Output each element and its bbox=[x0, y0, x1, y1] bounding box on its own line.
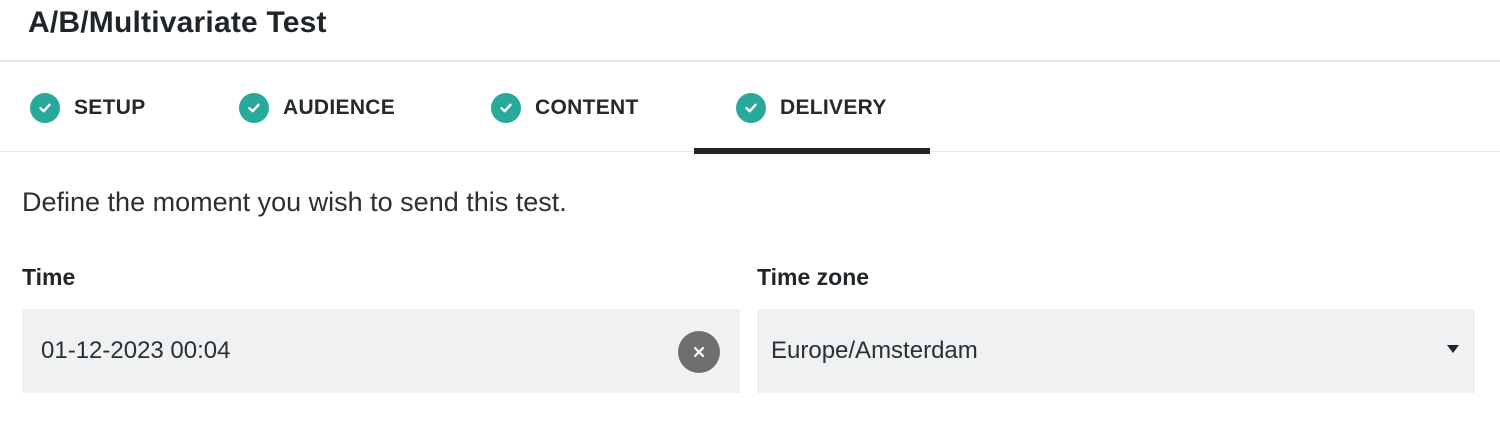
caret-down-icon bbox=[1447, 345, 1459, 353]
tab-setup[interactable]: SETUP bbox=[30, 64, 146, 152]
timezone-label: Time zone bbox=[757, 264, 870, 290]
tab-label: CONTENT bbox=[535, 96, 639, 119]
close-icon bbox=[693, 346, 705, 358]
tab-audience[interactable]: AUDIENCE bbox=[239, 64, 395, 152]
timezone-value: Europe/Amsterdam bbox=[771, 337, 978, 364]
page-header: A/B/Multivariate Test bbox=[0, 0, 1500, 62]
time-value: 01-12-2023 00:04 bbox=[41, 337, 231, 364]
timezone-select[interactable]: Europe/Amsterdam bbox=[757, 309, 1475, 393]
time-label: Time bbox=[22, 264, 76, 290]
tab-delivery[interactable]: DELIVERY bbox=[694, 64, 930, 154]
clear-time-button[interactable] bbox=[678, 331, 720, 373]
check-circle-icon bbox=[491, 93, 521, 123]
delivery-description: Define the moment you wish to send this … bbox=[22, 187, 567, 217]
check-circle-icon bbox=[736, 93, 766, 123]
tab-label: DELIVERY bbox=[780, 96, 887, 119]
wizard-tabs: SETUP AUDIENCE CONTENT DELIVERY bbox=[0, 64, 1500, 154]
time-field[interactable]: 01-12-2023 00:04 bbox=[22, 309, 740, 393]
check-circle-icon bbox=[239, 93, 269, 123]
tab-label: AUDIENCE bbox=[283, 96, 396, 119]
tab-label: SETUP bbox=[74, 96, 146, 119]
tab-content[interactable]: CONTENT bbox=[491, 64, 639, 152]
page-title: A/B/Multivariate Test bbox=[28, 6, 327, 39]
check-circle-icon bbox=[30, 93, 60, 123]
